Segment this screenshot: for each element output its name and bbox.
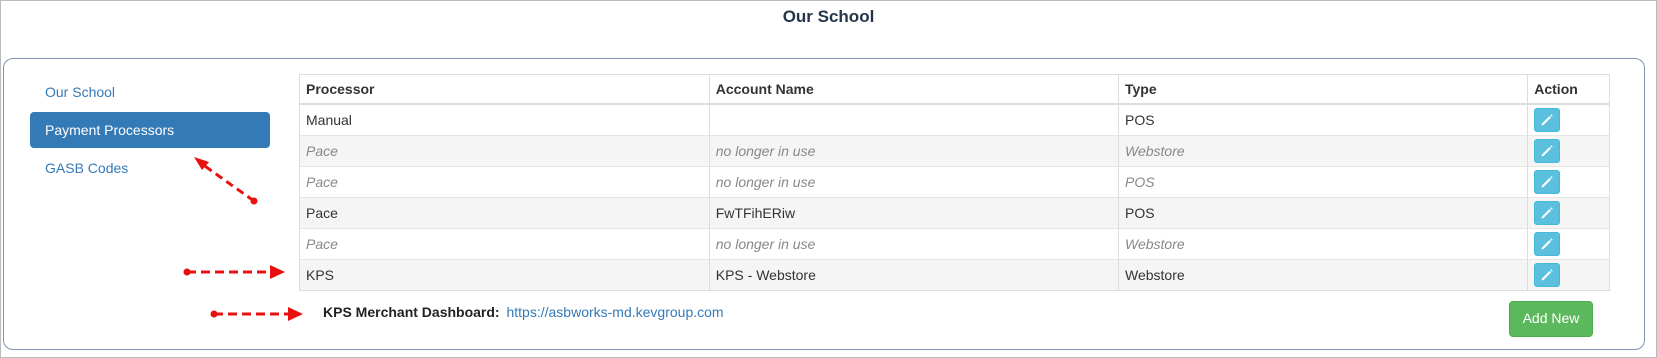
annotation-arrows [183,157,303,321]
annotation-arrow-merchant [210,307,303,321]
annotation-arrow-sidebar [194,157,258,205]
annotation-arrow-kps-row [183,265,285,279]
